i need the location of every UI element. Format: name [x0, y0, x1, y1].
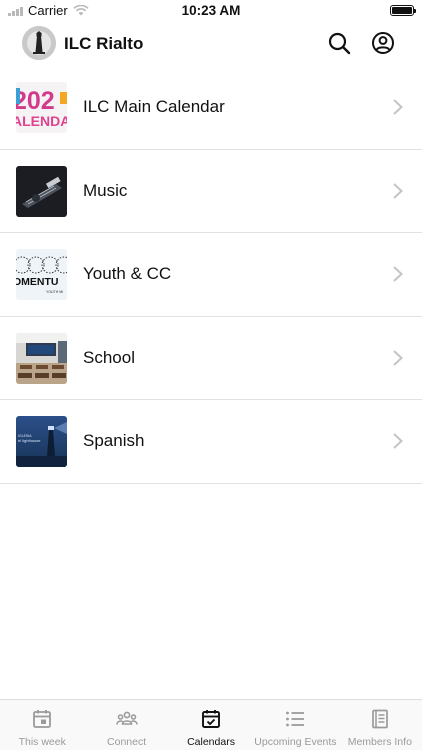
app-title: ILC Rialto — [64, 34, 144, 53]
list-icon — [286, 711, 305, 727]
chevron-right-icon — [393, 266, 403, 282]
calendar-thumbnail-main: 202 ALENDA — [16, 82, 67, 133]
tab-upcoming-events[interactable]: Upcoming Events — [253, 700, 337, 750]
calendar-row-school[interactable]: School — [0, 317, 422, 400]
battery-icon — [390, 5, 416, 16]
people-group-icon — [115, 711, 138, 725]
chevron-right-icon — [393, 433, 403, 449]
thumb-youth-text: YOUTH MI — [46, 290, 63, 294]
calendar-thumbnail-school — [16, 332, 67, 384]
calendar-name: School — [83, 347, 135, 367]
calendar-day-icon — [33, 710, 52, 728]
calendar-name: Spanish — [83, 431, 145, 450]
account-circle-icon[interactable] — [371, 31, 395, 55]
lighthouse-logo-icon — [22, 26, 56, 60]
thumb-lighthouse-text: el lighthouse — [18, 438, 41, 443]
search-icon[interactable] — [327, 31, 351, 55]
calendar-row-music[interactable]: Music — [0, 150, 422, 233]
status-bar: Carrier 10:23 AM — [0, 0, 422, 22]
thumb-momentum-text: OMENTU — [16, 276, 59, 288]
calendar-thumbnail-music — [16, 165, 67, 217]
tab-calendars[interactable]: Calendars — [169, 700, 253, 750]
tab-bar: This week Connect Calendars Upcoming Eve… — [0, 699, 422, 750]
calendar-row-youth[interactable]: OMENTU YOUTH MI Youth & CC — [0, 233, 422, 317]
calendar-row-spanish[interactable]: IGLESIA el lighthouse Spanish — [0, 400, 422, 484]
tab-label: This week — [18, 736, 66, 748]
chevron-right-icon — [393, 99, 403, 115]
calendar-thumbnail-spanish: IGLESIA el lighthouse — [16, 416, 67, 467]
calendar-thumbnail-youth: OMENTU YOUTH MI — [16, 249, 67, 300]
tab-label: Upcoming Events — [254, 736, 337, 748]
thumb-year-text: 202 — [16, 87, 55, 115]
tab-label: Calendars — [187, 736, 235, 748]
chevron-right-icon — [393, 182, 403, 199]
chevron-right-icon — [393, 349, 403, 366]
calendar-name: Youth & CC — [83, 264, 172, 283]
tab-connect[interactable]: Connect — [84, 700, 168, 750]
tab-label: Members Info — [347, 736, 412, 748]
tab-this-week[interactable]: This week — [0, 700, 84, 750]
calendar-name: Music — [83, 180, 128, 200]
thumb-calendar-text: ALENDA — [16, 113, 67, 129]
calendar-list: 202 ALENDA ILC Main Calendar Music OMENT… — [0, 66, 422, 484]
calendar-row-main[interactable]: 202 ALENDA ILC Main Calendar — [0, 66, 422, 150]
app-header: ILC Rialto — [0, 22, 422, 66]
tab-label: Connect — [107, 736, 147, 748]
document-icon — [371, 709, 388, 729]
calendar-name: ILC Main Calendar — [83, 97, 225, 116]
calendar-check-icon — [202, 710, 220, 728]
status-time: 10:23 AM — [181, 3, 241, 18]
tab-members-info[interactable]: Members Info — [338, 700, 422, 750]
